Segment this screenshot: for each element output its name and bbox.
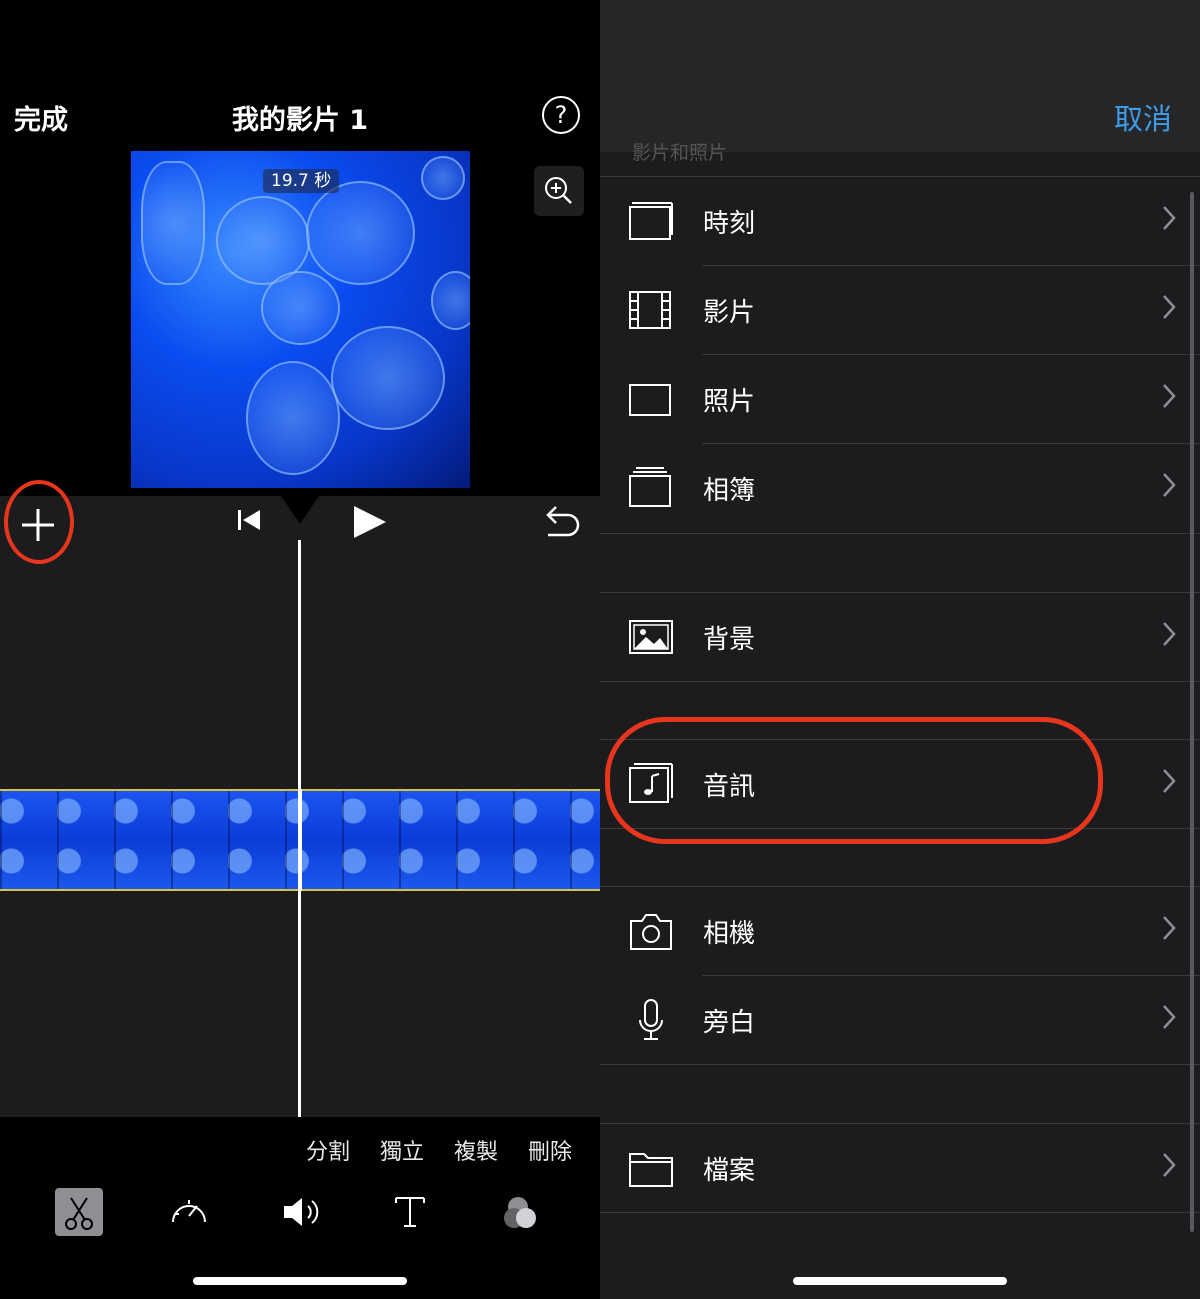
menu-item-camera[interactable]: 相機 xyxy=(600,887,1200,975)
video-preview: 19.7 秒 xyxy=(131,151,470,488)
editor-panel: 完成 我的影片 1 ? 19.7 秒 分割 獨立 複製 刪除 xyxy=(0,0,600,1299)
menu-item-label: 相簿 xyxy=(703,476,756,506)
menu-item-video[interactable]: 影片 xyxy=(600,266,1200,354)
help-button[interactable]: ? xyxy=(542,96,580,134)
chevron-right-icon xyxy=(1163,384,1176,408)
jellyfish-shape xyxy=(141,161,205,285)
playhead[interactable] xyxy=(298,540,301,1117)
detach-action[interactable]: 獨立 xyxy=(380,1134,424,1166)
undo-icon[interactable] xyxy=(540,503,582,543)
play-icon[interactable] xyxy=(350,502,390,542)
project-title: 我的影片 1 xyxy=(231,105,369,136)
scrollbar[interactable] xyxy=(1190,192,1194,1232)
chevron-right-icon xyxy=(1163,622,1176,646)
filter-icon xyxy=(504,1197,536,1228)
menu-item-label: 檔案 xyxy=(703,1156,756,1186)
divider xyxy=(600,1212,1200,1213)
group-gap xyxy=(600,1065,1200,1123)
edit-actions: 分割 獨立 複製 刪除 xyxy=(306,1134,572,1166)
speed-tool[interactable] xyxy=(165,1188,213,1236)
film-icon xyxy=(629,291,671,329)
jellyfish-shape xyxy=(331,326,445,430)
jellyfish-shape xyxy=(421,156,465,200)
menu-item-label: 影片 xyxy=(703,298,756,328)
menu-header xyxy=(600,0,1200,152)
volume-tool[interactable] xyxy=(276,1188,324,1236)
jellyfish-shape xyxy=(431,271,470,330)
menu-item-photos[interactable]: 照片 xyxy=(600,355,1200,443)
jellyfish-shape xyxy=(261,271,340,345)
zoom-in-icon xyxy=(545,177,572,204)
menu-item-label: 時刻 xyxy=(703,209,756,239)
section-header: 影片和照片 xyxy=(632,142,728,164)
media-browser-panel: 取消 影片和照片 時刻 影片 照片 相簿 背景 音訊 相機 旁白 檔案 xyxy=(600,0,1200,1299)
zoom-button[interactable] xyxy=(534,166,584,216)
highlight-circle xyxy=(605,717,1103,844)
text-icon xyxy=(395,1197,425,1227)
scissors-icon xyxy=(65,1197,93,1230)
menu-item-background[interactable]: 背景 xyxy=(600,593,1200,681)
skip-back-icon[interactable] xyxy=(234,505,264,535)
highlight-circle xyxy=(4,480,74,564)
chevron-right-icon xyxy=(1163,769,1176,793)
chevron-right-icon xyxy=(1163,206,1176,230)
volume-icon xyxy=(284,1198,319,1226)
group-gap xyxy=(600,534,1200,592)
playhead-notch xyxy=(281,496,319,524)
split-action[interactable]: 分割 xyxy=(306,1134,350,1166)
menu-item-label: 背景 xyxy=(703,625,756,655)
menu-item-label: 照片 xyxy=(703,387,756,417)
microphone-icon xyxy=(639,999,663,1040)
jellyfish-shape xyxy=(306,181,415,285)
menu-item-moments[interactable]: 時刻 xyxy=(600,177,1200,265)
chevron-right-icon xyxy=(1163,916,1176,940)
delete-action[interactable]: 刪除 xyxy=(528,1134,572,1166)
moments-icon xyxy=(629,202,673,240)
photo-icon xyxy=(629,384,671,416)
home-indicator xyxy=(793,1277,1007,1285)
chevron-right-icon xyxy=(1163,1153,1176,1177)
chevron-right-icon xyxy=(1163,295,1176,319)
home-indicator xyxy=(193,1277,407,1285)
clip-duration-badge: 19.7 秒 xyxy=(263,169,340,193)
menu-item-label: 旁白 xyxy=(703,1008,756,1038)
album-icon xyxy=(629,467,671,507)
menu-item-voiceover[interactable]: 旁白 xyxy=(600,976,1200,1064)
text-tool[interactable] xyxy=(386,1188,434,1236)
menu-item-label: 相機 xyxy=(703,919,756,949)
scissors-tool[interactable] xyxy=(55,1188,103,1236)
jellyfish-shape xyxy=(246,361,340,475)
speed-icon xyxy=(172,1200,206,1223)
background-icon xyxy=(629,620,673,654)
cancel-button[interactable]: 取消 xyxy=(1114,96,1172,138)
camera-icon xyxy=(630,914,672,950)
menu-item-files[interactable]: 檔案 xyxy=(600,1124,1200,1212)
chevron-right-icon xyxy=(1163,1005,1176,1029)
folder-icon xyxy=(629,1153,673,1187)
filter-tool[interactable] xyxy=(498,1188,546,1236)
duplicate-action[interactable]: 複製 xyxy=(454,1134,498,1166)
chevron-right-icon xyxy=(1163,473,1176,497)
menu-item-albums[interactable]: 相簿 xyxy=(600,444,1200,532)
